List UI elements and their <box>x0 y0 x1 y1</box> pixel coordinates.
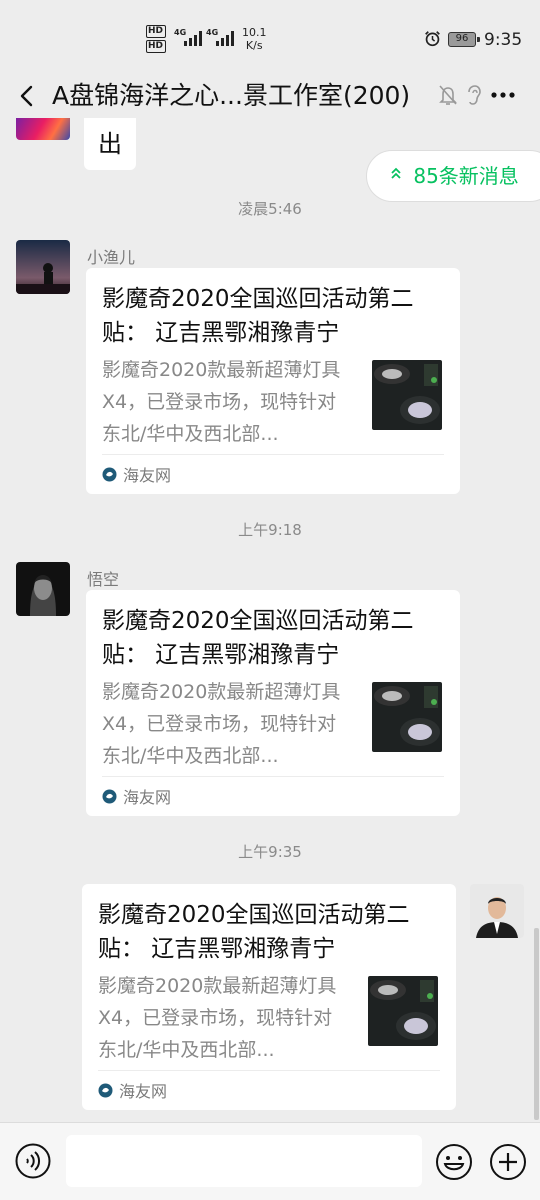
link-card[interactable]: 影魔奇2020全国巡回活动第二贴： 辽吉黑鄂湘豫青宁 影魔奇2020款最新超薄灯… <box>82 884 456 1110</box>
card-thumbnail <box>368 976 438 1046</box>
back-arrow-icon[interactable] <box>16 84 38 108</box>
clock: 9:35 <box>484 30 523 50</box>
new-messages-label: 85条新消息 <box>413 164 519 188</box>
card-description: 影魔奇2020款最新超薄灯具X4，已登录市场，现特针对东北/华中及西北部... <box>98 975 337 1061</box>
text-message-bubble[interactable]: 出 <box>84 118 136 170</box>
card-title: 影魔奇2020全国巡回活动第二贴： 辽吉黑鄂湘豫青宁 <box>102 286 414 346</box>
card-source-label: 海友网 <box>123 788 172 807</box>
battery-icon: 96 <box>448 32 480 47</box>
link-card[interactable]: 影魔奇2020全国巡回活动第二贴： 辽吉黑鄂湘豫青宁 影魔奇2020款最新超薄灯… <box>86 268 460 494</box>
sender-name: 小渔儿 <box>87 248 136 267</box>
chat-title: A盘锦海洋之心...景工作室(200) <box>52 81 411 110</box>
speed-value: 10.1 <box>242 26 267 39</box>
network-speed: 10.1 K/s <box>242 26 267 52</box>
source-icon <box>102 467 117 481</box>
more-icon[interactable] <box>490 88 516 102</box>
card-source-label: 海友网 <box>119 1082 168 1101</box>
chat-header: A盘锦海洋之心...景工作室(200) <box>0 74 540 118</box>
card-divider <box>102 454 444 455</box>
emoji-icon[interactable] <box>435 1143 473 1181</box>
sender-name: 悟空 <box>87 570 120 589</box>
alarm-icon <box>425 31 440 47</box>
source-icon <box>98 1083 113 1097</box>
scrollbar[interactable] <box>534 928 539 1120</box>
card-source: 海友网 <box>98 1078 167 1102</box>
hd-label-1: HD <box>146 25 166 38</box>
card-description: 影魔奇2020款最新超薄灯具X4，已登录市场，现特针对东北/华中及西北部... <box>102 359 341 445</box>
card-source: 海友网 <box>102 462 171 486</box>
avatar[interactable] <box>16 240 70 294</box>
card-source: 海友网 <box>102 784 171 808</box>
message-input[interactable] <box>66 1135 422 1187</box>
avatar[interactable] <box>16 118 70 140</box>
message-timestamp: 上午9:18 <box>238 521 302 539</box>
card-divider <box>98 1070 440 1071</box>
avatar[interactable] <box>16 562 70 616</box>
link-card[interactable]: 影魔奇2020全国巡回活动第二贴： 辽吉黑鄂湘豫青宁 影魔奇2020款最新超薄灯… <box>86 590 460 816</box>
hd-label-2: HD <box>146 40 166 53</box>
new-messages-button[interactable]: 85条新消息 <box>366 150 540 202</box>
card-thumbnail <box>372 682 442 752</box>
avatar[interactable] <box>470 884 524 938</box>
earpiece-icon <box>468 85 481 105</box>
speed-unit: K/s <box>245 39 263 52</box>
signal-icon-1 <box>184 30 202 46</box>
card-source-label: 海友网 <box>123 466 172 485</box>
plus-icon[interactable] <box>489 1143 527 1181</box>
voice-icon[interactable] <box>15 1143 51 1179</box>
double-chevron-up-icon <box>389 151 407 201</box>
signal-icon-2 <box>216 30 234 46</box>
card-thumbnail <box>372 360 442 430</box>
card-title: 影魔奇2020全国巡回活动第二贴： 辽吉黑鄂湘豫青宁 <box>98 902 410 962</box>
card-divider <box>102 776 444 777</box>
card-description: 影魔奇2020款最新超薄灯具X4，已登录市场，现特针对东北/华中及西北部... <box>102 681 341 767</box>
mute-bell-icon <box>439 85 457 105</box>
message-timestamp: 凌晨5:46 <box>238 200 302 218</box>
input-bar <box>0 1122 540 1200</box>
card-title: 影魔奇2020全国巡回活动第二贴： 辽吉黑鄂湘豫青宁 <box>102 608 414 668</box>
source-icon <box>102 789 117 803</box>
hd-indicator: HD HD <box>146 25 166 55</box>
message-timestamp: 上午9:35 <box>238 843 302 861</box>
status-bar: HD HD 4G 4G 10.1 K/s 96 9:35 <box>0 0 540 74</box>
